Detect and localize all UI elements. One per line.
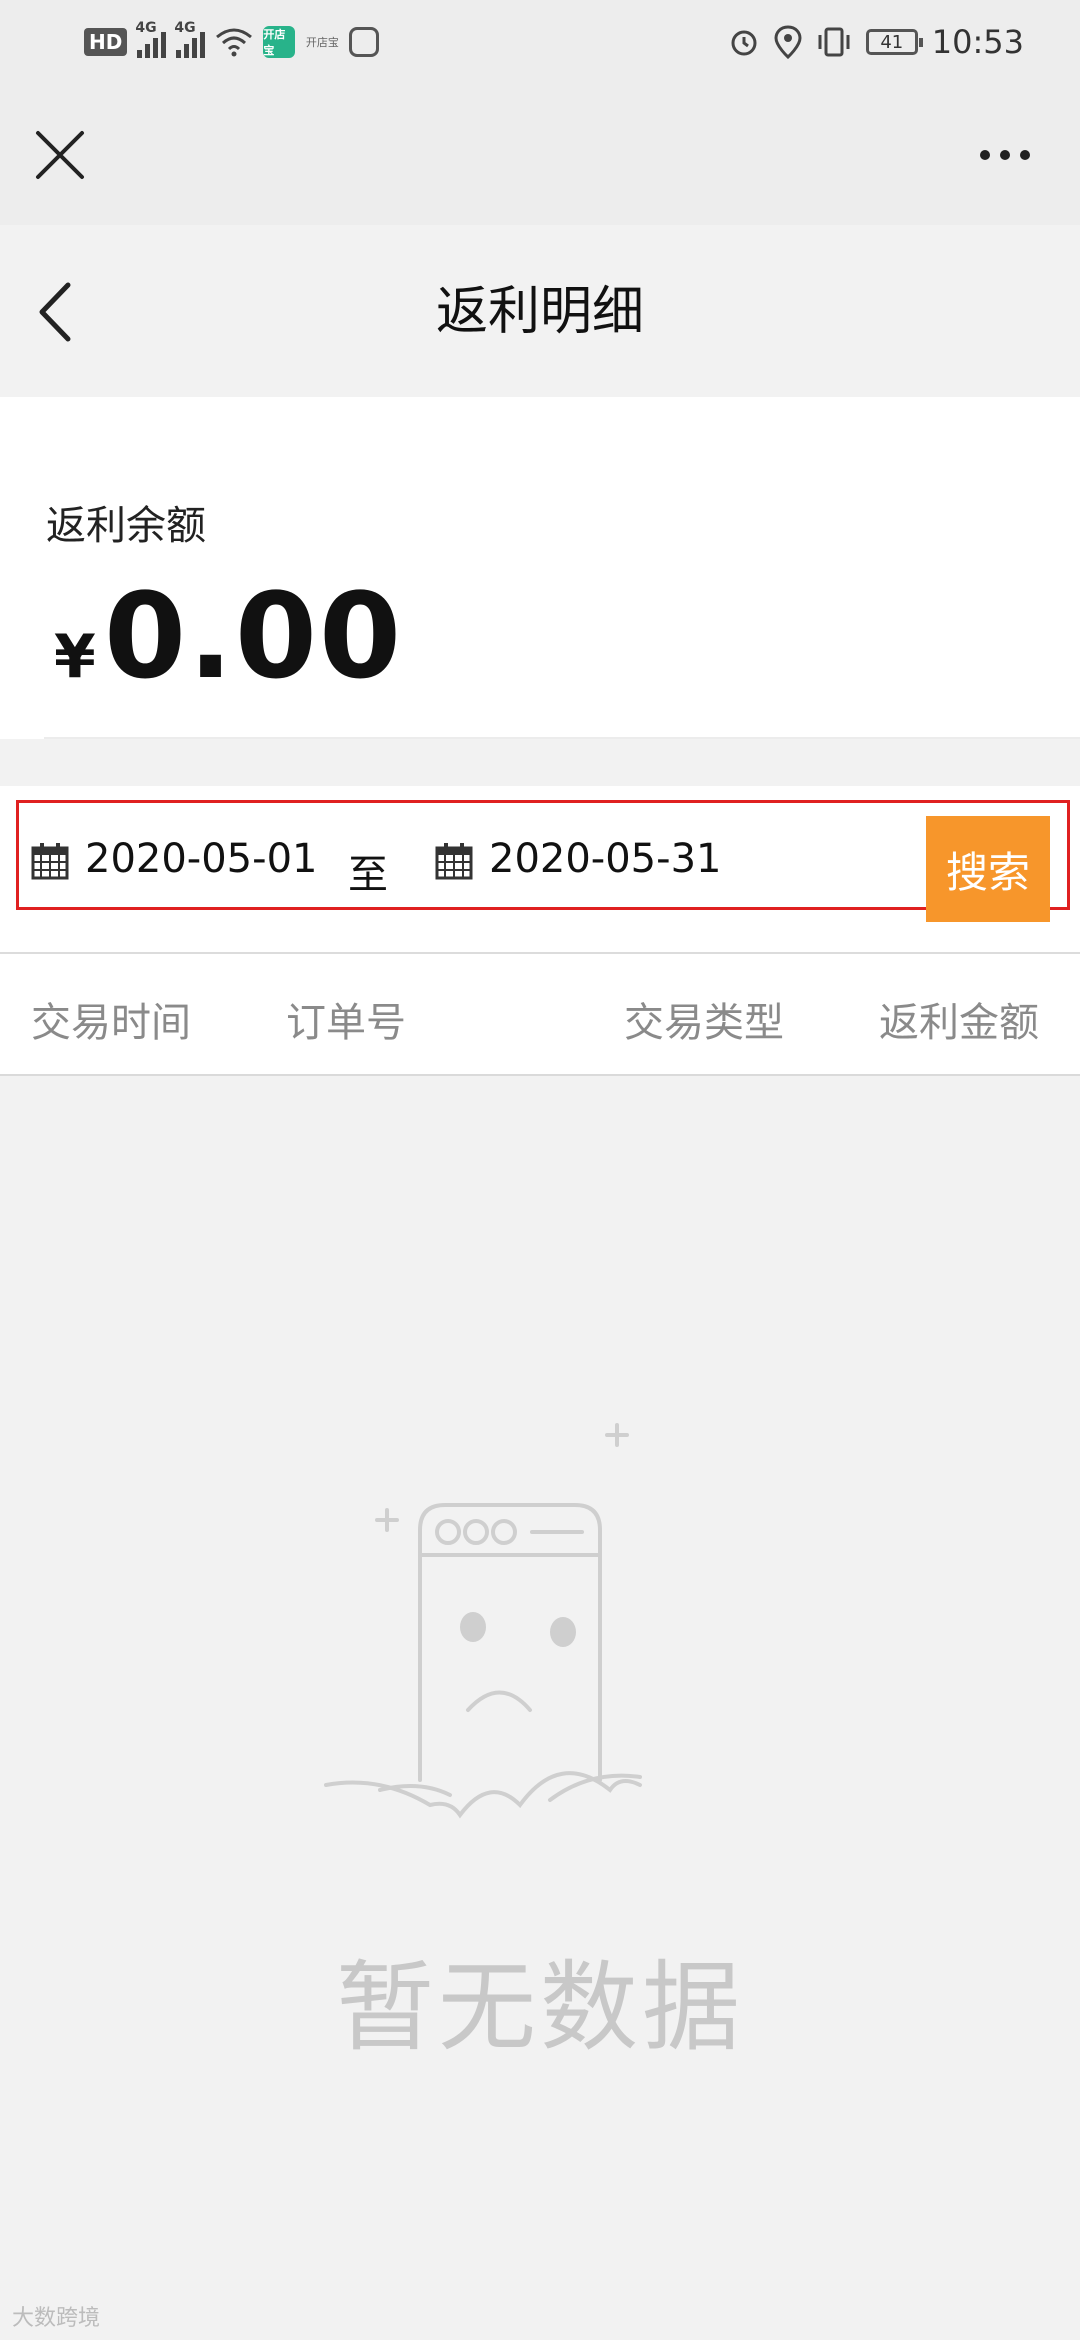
date-range-separator: 至 [348, 852, 388, 898]
status-time: 10:53 [931, 23, 1024, 61]
network-type-label: 4G [135, 20, 157, 36]
app-badge-icon: 开店宝 [263, 26, 296, 58]
balance-label: 返利余额 [46, 503, 206, 549]
close-icon[interactable] [30, 125, 90, 185]
table-header: 交易时间 订单号 交易类型 返利金额 [0, 954, 1080, 1076]
end-date-input[interactable]: 2020-05-31 [489, 836, 721, 882]
more-options-icon[interactable] [970, 135, 1040, 175]
search-button[interactable]: 搜索 [926, 816, 1050, 922]
vibrate-icon [818, 27, 850, 57]
app-badge-icon-2: 开店宝 [305, 36, 339, 49]
divider [0, 1074, 1080, 1076]
status-left: HD 4G 4G 开店宝 开店宝 [84, 20, 380, 62]
date-filter-bar: 2020-05-01 至 2020-05-31 搜索 [0, 786, 1080, 954]
page-title: 返利明细 [435, 282, 644, 342]
balance-card: 返利余额 ¥ 0.00 [0, 397, 1080, 739]
wifi-icon [216, 28, 253, 57]
balance-amount: 0.00 [104, 567, 404, 705]
location-icon [774, 25, 802, 59]
more-dot [980, 150, 990, 160]
status-bar: HD 4G 4G 开店宝 开店宝 41 10:53 [0, 0, 1080, 85]
column-header-type: 交易类型 [624, 1000, 784, 1046]
more-dot [1000, 150, 1010, 160]
status-right: 41 10:53 [728, 18, 1024, 66]
calendar-icon[interactable] [434, 841, 474, 881]
battery-icon: 41 [865, 29, 923, 55]
page-nav-bar: 返利明细 [0, 225, 1080, 397]
divider [44, 737, 1080, 739]
calendar-icon[interactable] [30, 841, 70, 881]
empty-state-message: 暂无数据 [335, 1951, 744, 2065]
empty-state-illustration-icon [324, 1423, 642, 1819]
column-header-time: 交易时间 [31, 1000, 191, 1046]
signal-icon: 4G [135, 20, 167, 58]
alarm-icon [731, 30, 757, 56]
signal-icon-2: 4G [174, 20, 206, 58]
start-date-input[interactable]: 2020-05-01 [85, 836, 317, 882]
column-header-amount: 返利金额 [879, 1000, 1039, 1046]
currency-symbol: ¥ [54, 622, 96, 692]
network-type-label-2: 4G [174, 20, 196, 36]
hand-icon [349, 27, 380, 57]
hd-badge: HD [84, 28, 128, 56]
column-header-order-no: 订单号 [286, 1000, 406, 1046]
watermark: 大数跨境 [12, 2306, 101, 2331]
more-dot [1020, 150, 1030, 160]
webview-header [0, 85, 1080, 225]
